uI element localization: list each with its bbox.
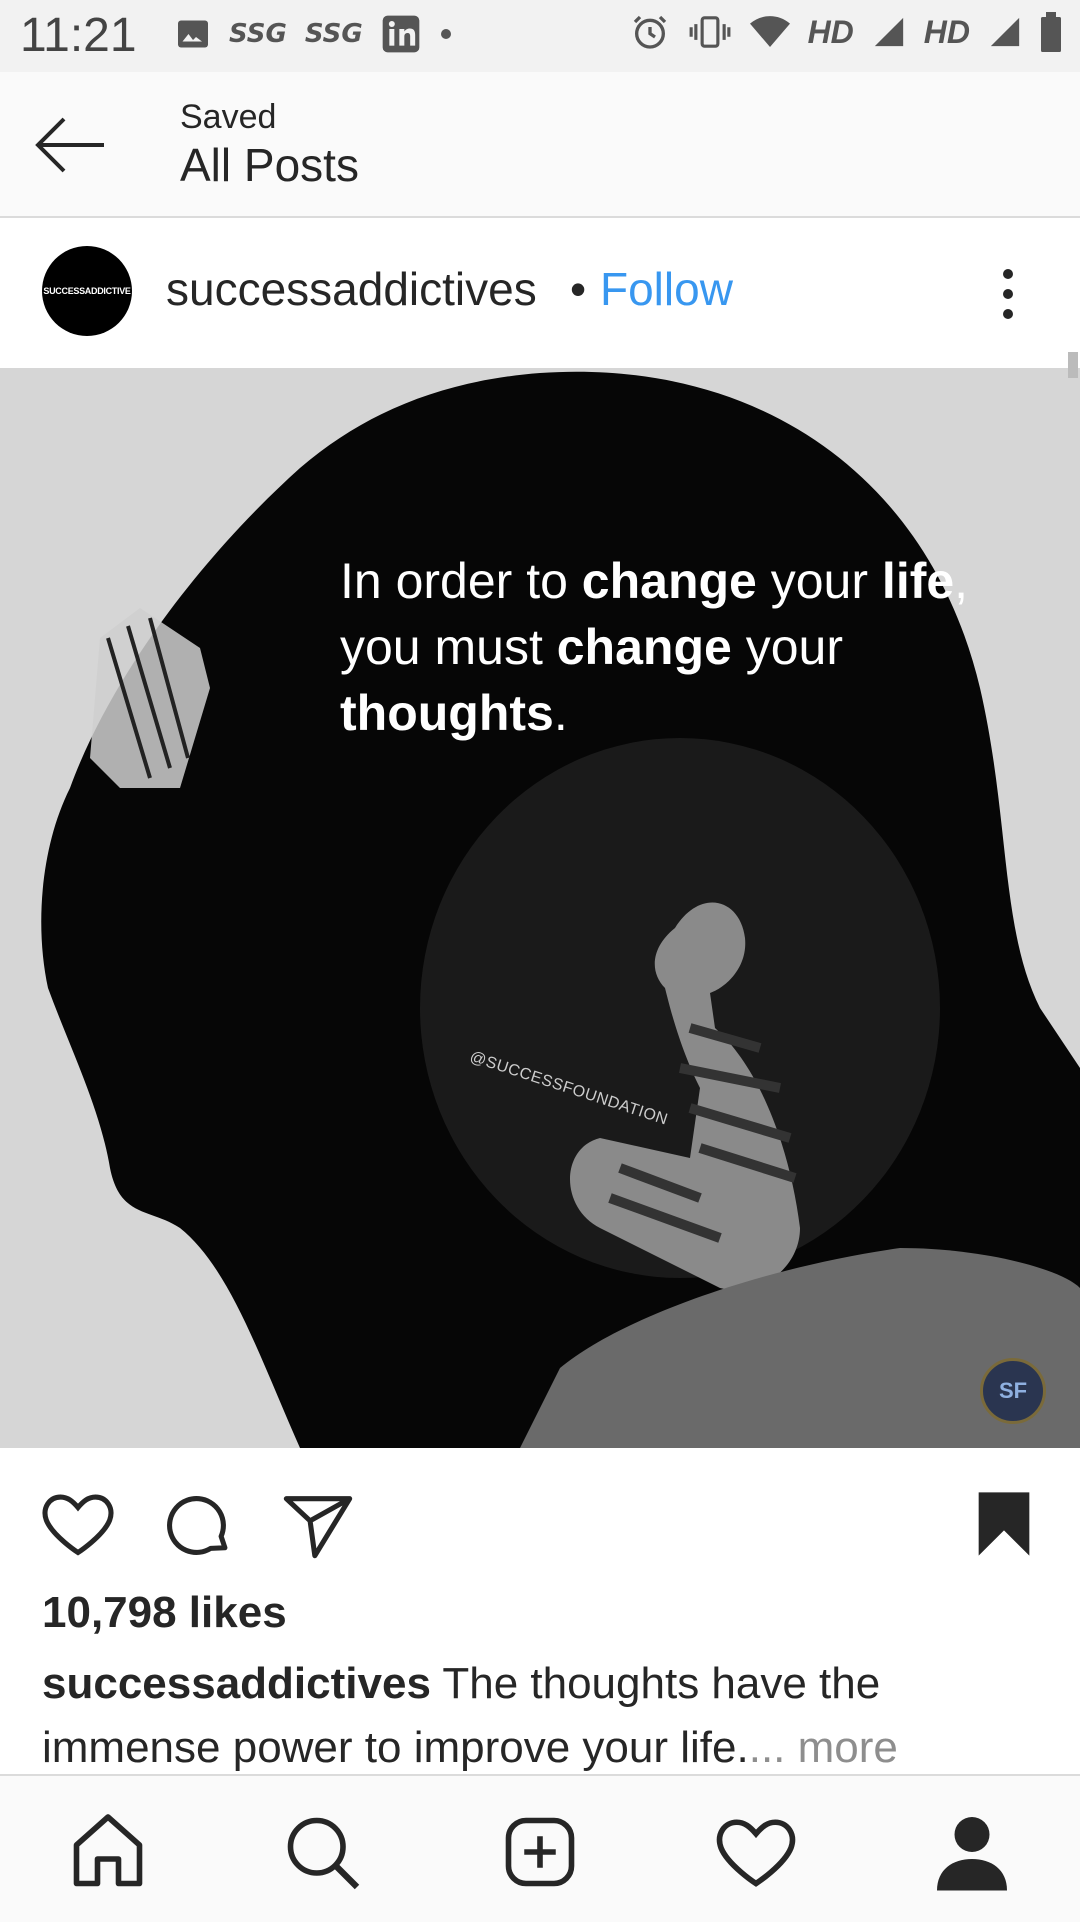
quote-part: . xyxy=(553,685,568,741)
comment-button[interactable] xyxy=(160,1486,236,1562)
ssg-indicator: SSG xyxy=(229,19,287,49)
post-username[interactable]: successaddictives xyxy=(166,262,537,316)
post-image[interactable]: In order to change your life, you must c… xyxy=(0,368,1080,1448)
more-vertical-icon xyxy=(1003,269,1013,319)
follow-button[interactable]: Follow xyxy=(600,262,733,316)
signal-icon xyxy=(990,17,1020,47)
search-icon xyxy=(287,1817,360,1890)
ssg-indicator: SSG xyxy=(304,19,363,49)
plus-square-icon xyxy=(505,1817,575,1887)
head-silhouette-illustration xyxy=(0,368,1080,1448)
page-header: Saved All Posts xyxy=(0,72,1080,218)
post-header: SUCCESSADDICTIVE successaddictives • Fol… xyxy=(0,218,1080,368)
dot-icon xyxy=(440,29,451,39)
nav-profile[interactable] xyxy=(930,1810,1014,1894)
quote-part: your xyxy=(756,553,882,609)
linkedin-icon xyxy=(382,15,420,53)
caption-more-link[interactable]: ... more xyxy=(749,1723,898,1772)
quote-part: change xyxy=(556,619,732,675)
page-title: All Posts xyxy=(180,139,359,191)
status-bar: 11:21 SSG SSG HD HD xyxy=(0,0,1080,72)
send-icon xyxy=(283,1496,353,1559)
back-arrow-icon xyxy=(35,117,104,173)
likes-count[interactable]: 10,798 likes xyxy=(42,1588,287,1638)
quote-part: thoughts xyxy=(340,685,554,741)
comment-icon xyxy=(167,1496,228,1555)
status-time: 11:21 xyxy=(20,9,137,62)
vibrate-icon xyxy=(689,16,730,48)
avatar[interactable]: SUCCESSADDICTIVE xyxy=(42,246,132,336)
post-actions xyxy=(0,1448,1080,1588)
quote-text: In order to change your life, you must c… xyxy=(340,548,1040,746)
avatar-text: SUCCESSADDICTIVE xyxy=(43,286,131,296)
wifi-icon xyxy=(749,16,790,47)
separator-dot: • xyxy=(570,263,587,315)
quote-part: In order to xyxy=(340,553,582,609)
battery-icon xyxy=(1041,12,1061,52)
bookmark-filled-icon xyxy=(978,1492,1030,1556)
more-options-button[interactable] xyxy=(988,266,1028,322)
quote-part: your xyxy=(731,619,843,675)
network-label: HD xyxy=(807,13,854,50)
alarm-icon xyxy=(633,15,666,49)
network-label: HD xyxy=(923,13,970,50)
status-right-icons: HD HD xyxy=(630,12,1062,52)
image-icon xyxy=(178,20,208,48)
heart-icon xyxy=(42,1494,114,1556)
heart-icon xyxy=(716,1819,796,1887)
nav-activity[interactable] xyxy=(714,1810,798,1894)
quote-part: life xyxy=(881,553,955,609)
nav-home[interactable] xyxy=(66,1810,150,1894)
nav-new-post[interactable] xyxy=(498,1810,582,1894)
caption-username[interactable]: successaddictives xyxy=(42,1659,431,1708)
signal-icon xyxy=(874,17,903,47)
header-subtitle: Saved xyxy=(180,98,277,136)
quote-part: change xyxy=(581,553,757,609)
nav-search[interactable] xyxy=(280,1810,364,1894)
save-button[interactable] xyxy=(966,1486,1042,1562)
post-caption: successaddictives The thoughts have the … xyxy=(42,1652,1042,1774)
back-button[interactable] xyxy=(30,110,110,180)
profile-icon xyxy=(937,1817,1007,1891)
share-button[interactable] xyxy=(280,1486,356,1562)
like-button[interactable] xyxy=(40,1486,116,1562)
status-left-icons: SSG SSG xyxy=(175,14,453,54)
bottom-nav xyxy=(0,1774,1080,1922)
image-badge: SF xyxy=(980,1358,1046,1424)
scrollbar[interactable] xyxy=(1068,352,1078,378)
home-icon xyxy=(73,1814,143,1887)
